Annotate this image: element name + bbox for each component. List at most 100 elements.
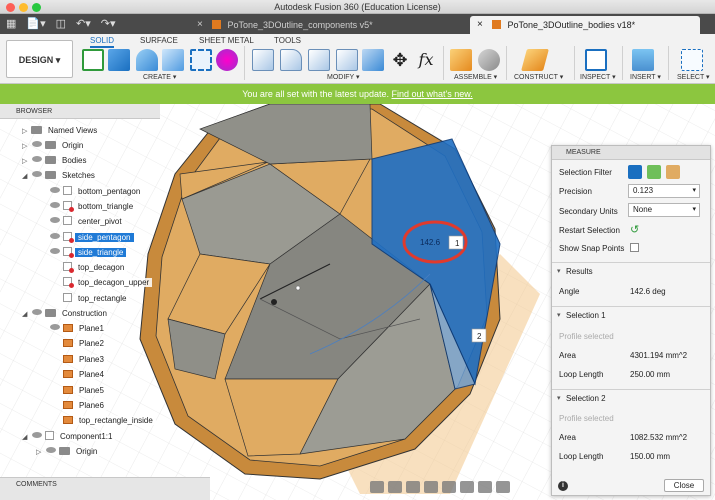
create-menu[interactable]: CREATE ▾ bbox=[143, 73, 176, 81]
display-settings-icon[interactable] bbox=[460, 481, 474, 493]
select-icon[interactable] bbox=[681, 49, 703, 71]
tree-item-top-rectangle-inside[interactable]: top_rectangle_inside bbox=[48, 414, 156, 428]
revolve-icon[interactable] bbox=[136, 49, 158, 71]
form-icon[interactable] bbox=[216, 49, 238, 71]
construct-menu[interactable]: CONSTRUCT ▾ bbox=[514, 73, 563, 81]
tree-item-side-triangle[interactable]: side_triangle bbox=[48, 246, 127, 260]
tree-item-bottom-triangle[interactable]: bottom_triangle bbox=[48, 200, 137, 214]
offset-plane-icon[interactable] bbox=[521, 49, 549, 71]
visibility-icon[interactable] bbox=[50, 217, 60, 223]
tree-item-plane3[interactable]: Plane3 bbox=[48, 353, 107, 367]
visibility-icon[interactable] bbox=[50, 202, 60, 208]
tree-item-bodies[interactable]: ▷ Bodies bbox=[22, 154, 90, 169]
grid-icon[interactable]: ▦ bbox=[6, 17, 16, 30]
insert-image-icon[interactable] bbox=[632, 49, 654, 71]
grid-settings-icon[interactable] bbox=[478, 481, 492, 493]
pan-icon[interactable] bbox=[406, 481, 420, 493]
redo-icon[interactable]: ↷▾ bbox=[101, 17, 116, 30]
collapse-icon[interactable]: ◢ bbox=[22, 431, 30, 445]
visibility-icon[interactable] bbox=[50, 324, 60, 330]
select-face-icon[interactable] bbox=[628, 165, 642, 179]
new-component-icon[interactable] bbox=[450, 49, 472, 71]
tree-item-plane1[interactable]: Plane1 bbox=[48, 322, 107, 336]
results-section[interactable]: Results bbox=[552, 262, 710, 281]
expand-icon[interactable]: ▷ bbox=[22, 125, 30, 139]
undo-icon[interactable]: ↶▾ bbox=[76, 17, 91, 30]
close-button[interactable]: Close bbox=[664, 479, 704, 492]
tab-components[interactable]: × PoTone_3DOutline_components v5* bbox=[190, 16, 420, 34]
tree-item-sketches[interactable]: ◢ Sketches bbox=[22, 169, 98, 183]
tab-surface[interactable]: SURFACE bbox=[140, 36, 178, 45]
precision-select[interactable]: 0.123 bbox=[628, 184, 700, 198]
tree-item-component1[interactable]: ◢ Component1:1 bbox=[22, 430, 116, 445]
tree-item-plane2[interactable]: Plane2 bbox=[48, 337, 107, 351]
expand-icon[interactable]: ▷ bbox=[36, 446, 44, 460]
minimize-window-icon[interactable] bbox=[19, 3, 28, 12]
extrude-icon[interactable] bbox=[108, 49, 130, 71]
joint-icon[interactable] bbox=[478, 49, 500, 71]
expand-icon[interactable]: ▷ bbox=[22, 140, 30, 154]
save-icon[interactable]: ◫ bbox=[56, 17, 66, 30]
snap-points-checkbox[interactable] bbox=[630, 243, 639, 252]
visibility-icon[interactable] bbox=[32, 432, 42, 438]
maximize-window-icon[interactable] bbox=[32, 3, 41, 12]
tree-item-top-rectangle[interactable]: top_rectangle bbox=[48, 292, 130, 306]
tree-item-top-decagon[interactable]: top_decagon bbox=[48, 261, 128, 275]
selection-1-section[interactable]: Selection 1 bbox=[552, 306, 710, 325]
selection-2-section[interactable]: Selection 2 bbox=[552, 389, 710, 408]
close-window-icon[interactable] bbox=[6, 3, 15, 12]
select-component-icon[interactable] bbox=[666, 165, 680, 179]
combine-icon[interactable] bbox=[362, 49, 384, 71]
tree-item-origin[interactable]: ▷ Origin bbox=[22, 139, 87, 154]
assemble-menu[interactable]: ASSEMBLE ▾ bbox=[454, 73, 497, 81]
parameters-icon[interactable]: fx bbox=[415, 49, 437, 71]
restart-icon[interactable]: ↺ bbox=[630, 223, 639, 236]
tree-item-construction[interactable]: ◢ Construction bbox=[22, 307, 110, 321]
loft-icon[interactable] bbox=[190, 49, 212, 71]
viewports-icon[interactable] bbox=[496, 481, 510, 493]
visibility-icon[interactable] bbox=[32, 141, 42, 147]
inspect-menu[interactable]: INSPECT ▾ bbox=[580, 73, 616, 81]
tree-item-top-decagon-upper[interactable]: top_decagon_upper bbox=[48, 276, 153, 290]
shell-icon[interactable] bbox=[336, 49, 358, 71]
collapse-icon[interactable]: ◢ bbox=[22, 308, 30, 322]
visibility-icon[interactable] bbox=[32, 171, 42, 177]
modify-menu[interactable]: MODIFY ▾ bbox=[327, 73, 360, 81]
tree-item-side-pentagon[interactable]: side_pentagon bbox=[48, 231, 134, 245]
collapse-icon[interactable]: ◢ bbox=[22, 170, 30, 184]
tree-item-bottom-pentagon[interactable]: bottom_pentagon bbox=[48, 185, 144, 199]
secondary-units-select[interactable]: None bbox=[628, 203, 700, 217]
workspace-switcher[interactable]: DESIGN ▾ bbox=[6, 40, 73, 78]
fit-icon[interactable] bbox=[442, 481, 456, 493]
move-icon[interactable]: ✥ bbox=[389, 49, 411, 71]
tab-tools[interactable]: TOOLS bbox=[274, 36, 301, 45]
tab-bodies[interactable]: × PoTone_3DOutline_bodies v18* bbox=[470, 16, 700, 34]
select-body-icon[interactable] bbox=[647, 165, 661, 179]
tree-item-center-pivot[interactable]: center_pivot bbox=[48, 215, 125, 229]
info-icon[interactable]: i bbox=[558, 481, 568, 491]
new-sketch-icon[interactable] bbox=[82, 49, 104, 71]
tab-sheet-metal[interactable]: SHEET METAL bbox=[199, 36, 254, 45]
comments-panel[interactable]: COMMENTS bbox=[0, 477, 210, 500]
measure-dialog-header[interactable]: MEASURE bbox=[552, 146, 710, 160]
whats-new-link[interactable]: Find out what's new. bbox=[392, 89, 473, 99]
expand-icon[interactable]: ▷ bbox=[22, 155, 30, 169]
close-tab-icon[interactable]: × bbox=[477, 16, 483, 34]
visibility-icon[interactable] bbox=[32, 156, 42, 162]
select-menu[interactable]: SELECT ▾ bbox=[677, 73, 710, 81]
file-icon[interactable]: 📄▾ bbox=[26, 17, 45, 30]
tree-item-named-views[interactable]: ▷ Named Views bbox=[22, 124, 101, 139]
visibility-icon[interactable] bbox=[50, 248, 60, 254]
look-at-icon[interactable] bbox=[388, 481, 402, 493]
tree-item-component-origin[interactable]: ▷ Origin bbox=[36, 445, 101, 460]
zoom-icon[interactable] bbox=[424, 481, 438, 493]
measure-icon[interactable] bbox=[585, 49, 607, 71]
fillet-icon[interactable] bbox=[280, 49, 302, 71]
tree-item-plane5[interactable]: Plane5 bbox=[48, 384, 107, 398]
visibility-icon[interactable] bbox=[50, 187, 60, 193]
visibility-icon[interactable] bbox=[50, 233, 60, 239]
insert-menu[interactable]: INSERT ▾ bbox=[630, 73, 661, 81]
chamfer-icon[interactable] bbox=[308, 49, 330, 71]
visibility-icon[interactable] bbox=[46, 447, 56, 453]
tree-item-plane6[interactable]: Plane6 bbox=[48, 399, 107, 413]
